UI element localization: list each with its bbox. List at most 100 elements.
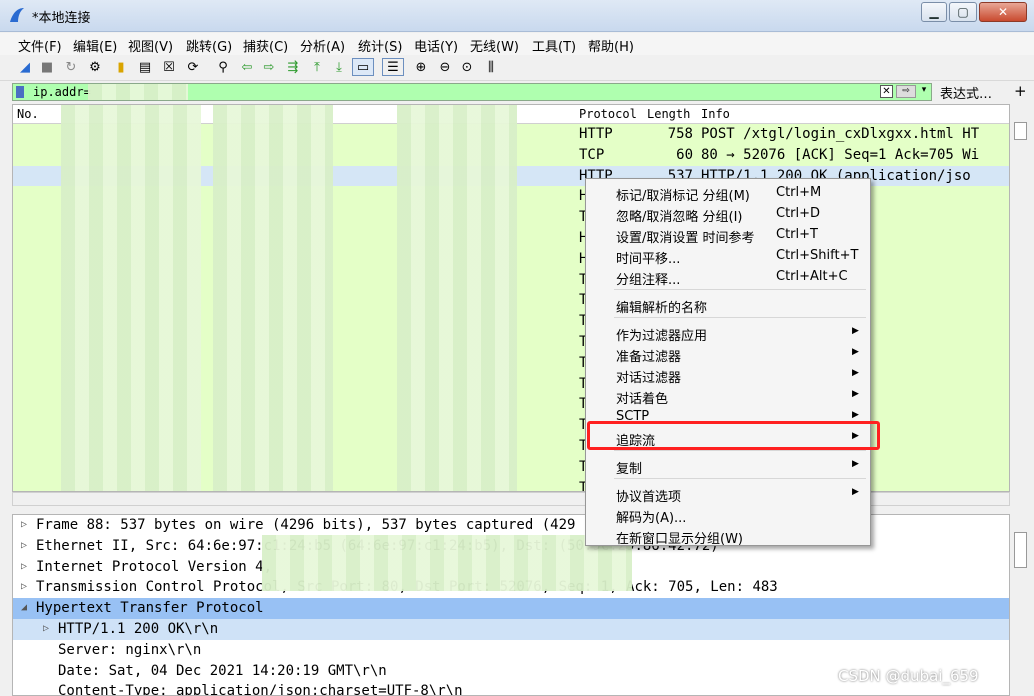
menu-item-shortcut: Ctrl+D [776, 206, 821, 221]
go-to-packet-icon[interactable]: ⇶ [284, 58, 302, 76]
details-scrollbar[interactable] [1012, 514, 1029, 696]
expand-icon[interactable]: ▷ [21, 519, 27, 530]
filter-dropdown-icon[interactable]: ▾ [918, 85, 930, 98]
menu-item-label: 标记/取消标记 分组(M) [616, 189, 750, 204]
menu-item-ignore-packet[interactable]: 忽略/取消忽略 分组(I) Ctrl+D [586, 203, 870, 225]
menu-item-time-shift[interactable]: 时间平移... Ctrl+Shift+T [586, 245, 870, 267]
maximize-button[interactable]: ▢ [949, 2, 977, 22]
scroll-thumb[interactable] [1014, 122, 1027, 140]
close-button[interactable]: ✕ [979, 2, 1027, 22]
menu-item-conversation-filter[interactable]: 对话过滤器 ▶ [586, 364, 870, 386]
expand-icon[interactable]: ▷ [43, 623, 49, 634]
menu-item-mark-packet[interactable]: 标记/取消标记 分组(M) Ctrl+M [586, 182, 870, 204]
menu-item-label: 准备过滤器 [616, 350, 682, 365]
colorize-icon[interactable]: ☰ [382, 58, 404, 76]
packet-list-scrollbar[interactable] [1012, 104, 1029, 492]
menu-tools[interactable]: 工具(T) [532, 36, 576, 55]
last-packet-icon[interactable]: ⤓ [330, 58, 348, 76]
cell-length: 758 [667, 126, 693, 142]
menu-statistics[interactable]: 统计(S) [358, 36, 402, 55]
autoscroll-icon[interactable]: ▭ [352, 58, 374, 76]
menu-item-label: 协议首选项 [616, 490, 682, 505]
menu-go[interactable]: 跳转(G) [186, 36, 232, 55]
reload-file-icon[interactable]: ⟳ [184, 58, 202, 76]
menu-item-label: 时间平移... [616, 252, 681, 267]
collapse-icon[interactable]: ◢ [21, 602, 27, 613]
zoom-in-icon[interactable]: ⊕ [412, 58, 430, 76]
scroll-thumb[interactable] [1014, 532, 1027, 568]
menu-file[interactable]: 文件(F) [18, 36, 62, 55]
expression-button[interactable]: 表达式… [940, 83, 992, 102]
window-title: *本地连接 [32, 11, 91, 26]
restart-capture-icon[interactable]: ↻ [62, 58, 80, 76]
cell-length: 60 [676, 146, 693, 163]
cell-protocol: TCP [579, 146, 605, 163]
menu-item-colorize-conversation[interactable]: 对话着色 ▶ [586, 385, 870, 407]
clear-filter-icon[interactable]: ✕ [880, 85, 893, 98]
menu-telephony[interactable]: 电话(Y) [414, 36, 458, 55]
menu-separator [614, 317, 866, 318]
menu-item-decode-as[interactable]: 解码为(A)... [586, 504, 870, 526]
apply-filter-icon[interactable]: ⇨ [896, 85, 916, 98]
menu-item-apply-as-filter[interactable]: 作为过滤器应用 ▶ [586, 322, 870, 344]
menu-item-time-reference[interactable]: 设置/取消设置 时间参考 Ctrl+T [586, 224, 870, 246]
menu-item-edit-resolved-name[interactable]: 编辑解析的名称 [586, 294, 870, 316]
expand-icon[interactable]: ▷ [21, 540, 27, 551]
capture-options-icon[interactable]: ⚙ [86, 58, 104, 76]
detail-row[interactable]: ◢ Hypertext Transfer Protocol [13, 598, 1009, 620]
resize-columns-icon[interactable]: ⫼ [482, 58, 500, 76]
detail-text: Hypertext Transfer Protocol [36, 600, 264, 617]
detail-text: Internet Protocol Version 4, [36, 558, 273, 575]
zoom-out-icon[interactable]: ⊖ [436, 58, 454, 76]
col-no[interactable]: No. [17, 107, 39, 121]
redacted-region [61, 105, 201, 491]
go-forward-icon[interactable]: ⇨ [260, 58, 278, 76]
submenu-arrow-icon: ▶ [852, 459, 859, 469]
start-capture-icon[interactable]: ◢ [16, 58, 34, 76]
expand-icon[interactable]: ▷ [21, 581, 27, 592]
menu-wireless[interactable]: 无线(W) [470, 36, 519, 55]
menu-separator [614, 478, 866, 479]
col-info[interactable]: Info [701, 107, 730, 121]
packet-context-menu: 标记/取消标记 分组(M) Ctrl+M 忽略/取消忽略 分组(I) Ctrl+D 设置… [585, 178, 871, 547]
submenu-arrow-icon: ▶ [852, 389, 859, 399]
close-file-icon[interactable]: ☒ [160, 58, 178, 76]
menu-capture[interactable]: 捕获(C) [243, 36, 288, 55]
first-packet-icon[interactable]: ⤒ [308, 58, 326, 76]
normal-size-icon[interactable]: ⊙ [458, 58, 476, 76]
detail-row[interactable]: ▷ HTTP/1.1 200 OK\r\n [13, 619, 1009, 640]
open-file-icon[interactable]: ▮ [112, 58, 130, 76]
menu-item-protocol-preferences[interactable]: 协议首选项 ▶ [586, 483, 870, 505]
annotation-highlight [587, 421, 880, 450]
detail-text: Server: nginx\r\n [58, 641, 202, 658]
menu-help[interactable]: 帮助(H) [588, 36, 634, 55]
bookmark-icon[interactable] [16, 86, 24, 98]
col-protocol[interactable]: Protocol [579, 107, 637, 121]
menu-item-shortcut: Ctrl+M [776, 185, 822, 200]
menu-item-label: 编辑解析的名称 [616, 301, 708, 316]
save-file-icon[interactable]: ▤ [136, 58, 154, 76]
menu-item-label: 作为过滤器应用 [616, 329, 708, 344]
find-packet-icon[interactable]: ⚲ [214, 58, 232, 76]
detail-text: Content-Type: application/json;charset=U… [58, 683, 463, 696]
menu-item-prepare-filter[interactable]: 准备过滤器 ▶ [586, 343, 870, 365]
add-filter-button[interactable]: + [1014, 82, 1027, 100]
menu-item-shortcut: Ctrl+Alt+C [776, 269, 848, 284]
redacted-region [88, 84, 188, 100]
menu-item-label: 忽略/取消忽略 分组(I) [616, 210, 743, 225]
menu-separator [614, 450, 866, 451]
menu-edit[interactable]: 编辑(E) [73, 36, 117, 55]
minimize-button[interactable]: ▁ [921, 2, 947, 22]
go-back-icon[interactable]: ⇦ [238, 58, 256, 76]
col-length[interactable]: Length [647, 107, 690, 121]
menu-analyze[interactable]: 分析(A) [300, 36, 345, 55]
expand-icon[interactable]: ▷ [21, 561, 27, 572]
menu-item-show-packet-new-window[interactable]: 在新窗口显示分组(W) [586, 525, 870, 547]
menu-item-packet-comment[interactable]: 分组注释... Ctrl+Alt+C [586, 266, 870, 288]
menu-item-shortcut: Ctrl+T [776, 227, 818, 242]
detail-row[interactable]: Server: nginx\r\n [13, 640, 1009, 661]
menu-item-label: 复制 [616, 462, 643, 477]
menu-item-copy[interactable]: 复制 ▶ [586, 455, 870, 477]
menu-view[interactable]: 视图(V) [128, 36, 173, 55]
stop-capture-icon[interactable]: ■ [38, 58, 56, 76]
